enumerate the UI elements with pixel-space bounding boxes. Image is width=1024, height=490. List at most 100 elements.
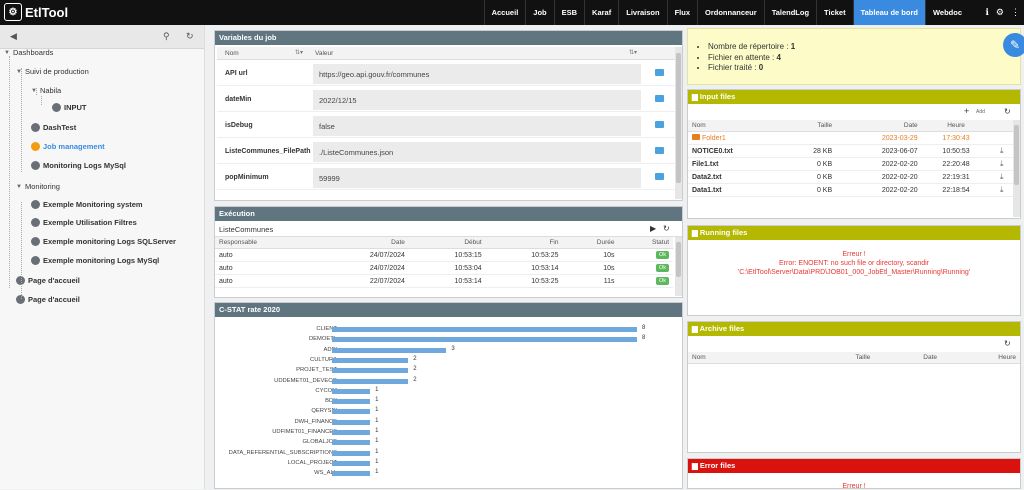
folder-icon[interactable] xyxy=(655,147,664,154)
tree-item[interactable]: DashTest xyxy=(31,123,76,132)
sort-icon[interactable]: ⇅▾ xyxy=(295,49,303,56)
column-header[interactable]: Taille xyxy=(783,120,837,132)
table-cell: 10:53:14 xyxy=(408,274,486,288)
column-header[interactable]: Responsable xyxy=(215,237,316,249)
gear-icon[interactable]: ⚙ xyxy=(996,7,1004,18)
caret-down-icon[interactable]: ▼ xyxy=(16,184,22,190)
nav-item-flux[interactable]: Flux xyxy=(666,0,697,25)
caret-down-icon[interactable]: ▼ xyxy=(4,50,10,56)
nav-item-ticket[interactable]: Ticket xyxy=(816,0,853,25)
tree-item[interactable]: Page d'accueil xyxy=(16,295,80,304)
variable-value[interactable]: false xyxy=(313,116,641,136)
tree-item[interactable]: ▼ Monitoring xyxy=(16,182,60,191)
tree-item[interactable]: ▼ Dashboards xyxy=(4,48,53,57)
table-row[interactable]: File1.txt 0 KB 2022-02-20 22:20:48 ⤓ xyxy=(688,157,1013,171)
table-row[interactable]: auto 22/07/2024 10:53:14 10:53:25 11s Ok xyxy=(215,274,673,288)
nav-item-talendlog[interactable]: TalendLog xyxy=(763,0,816,25)
sidebar: ◀ ⚲ ↻ ▼ Dashboards ▼ Suivi de production ▼ Na… xyxy=(0,25,205,489)
column-header[interactable]: Durée xyxy=(562,237,619,249)
refresh-icon[interactable]: ↻ xyxy=(1004,339,1011,348)
column-header[interactable]: Nom xyxy=(688,120,784,132)
tree-item[interactable]: ▼ Suivi de production xyxy=(16,67,89,76)
scrollbar[interactable] xyxy=(1013,120,1020,217)
column-header[interactable]: Heure xyxy=(941,352,1020,364)
user-menu-icon[interactable]: ⋮ xyxy=(1011,7,1020,18)
scrollbar[interactable] xyxy=(675,237,682,296)
download-icon[interactable]: ⤓ xyxy=(1000,159,1004,168)
download-icon[interactable]: ⤓ xyxy=(1000,146,1004,155)
table-row[interactable]: Folder1 2023-03-29 17:30:43 xyxy=(688,131,1013,145)
variable-value[interactable]: 2022/12/15 xyxy=(313,90,641,110)
download-icon[interactable]: ⤓ xyxy=(1000,172,1004,181)
chart-bar-row: UDFIMET01_FINANCES 1 xyxy=(215,428,681,437)
play-icon[interactable]: ▶ xyxy=(650,224,656,233)
chart-bar-row: BDX1 xyxy=(215,397,681,406)
tree-item[interactable]: Page d'accueil xyxy=(16,276,80,285)
nav-item-tableau-de-bord[interactable]: Tableau de bord xyxy=(852,0,925,25)
col-name[interactable]: Nom xyxy=(225,50,239,57)
chart-bar-row: QERYSBI 1 xyxy=(215,407,681,416)
tree-item[interactable]: Exemple Utilisation Filtres xyxy=(31,218,137,227)
folder-icon[interactable] xyxy=(655,121,664,128)
table-row[interactable]: auto 24/07/2024 10:53:04 10:53:14 10s Ok xyxy=(215,261,673,275)
refresh-icon[interactable]: ↻ xyxy=(1004,107,1011,116)
execution-table: Responsable Date Début Fin Durée Statut auto 2… xyxy=(215,237,673,288)
table-row[interactable]: Data1.txt 0 KB 2022-02-20 22:18:54 ⤓ xyxy=(688,183,1013,197)
column-header[interactable]: Heure xyxy=(921,120,991,132)
refresh-icon[interactable]: ↻ xyxy=(663,224,670,233)
column-header[interactable]: Date xyxy=(315,237,409,249)
collapse-left-icon[interactable]: ◀ xyxy=(10,31,17,42)
nav-item-webdoc[interactable]: Webdoc xyxy=(924,0,969,25)
app-logo[interactable]: ⚙ EtlTool xyxy=(4,3,68,21)
variable-value[interactable]: https://geo.api.gouv.fr/communes xyxy=(313,64,641,84)
search-icon[interactable]: ⚲ xyxy=(163,31,170,42)
add-icon[interactable]: + xyxy=(964,106,969,116)
tree-item[interactable]: Monitoring Logs MySql xyxy=(31,161,126,170)
nav-item-job[interactable]: Job xyxy=(525,0,553,25)
chart-bar-row: UDDEMET01_DEVECO 2 xyxy=(215,377,681,386)
table-cell: auto xyxy=(215,248,316,262)
folder-icon[interactable] xyxy=(655,69,664,76)
info-icon[interactable]: ℹ xyxy=(986,7,989,18)
folder-icon[interactable] xyxy=(655,173,664,180)
nav-item-esb[interactable]: ESB xyxy=(553,0,584,25)
scrollbar[interactable] xyxy=(675,47,682,199)
table-row[interactable]: Data2.txt 0 KB 2022-02-20 22:19:31 ⤓ xyxy=(688,170,1013,184)
chart-bar-row: CLIENT 8 xyxy=(215,325,681,334)
table-row[interactable]: NOTICE0.txt 28 KB 2023-06-07 10:50:53 ⤓ xyxy=(688,144,1013,158)
tree-item[interactable]: Exemple Monitoring system xyxy=(31,200,143,209)
nav-item-karaf[interactable]: Karaf xyxy=(584,0,618,25)
nav-item-accueil[interactable]: Accueil xyxy=(483,0,526,25)
tree-item[interactable]: Exemple monitoring Logs SQLServer xyxy=(31,237,176,246)
nav-item-livraison[interactable]: Livraison xyxy=(618,0,666,25)
chart-panel: C-STAT rate 2020 CLIENT 8 DEMOETL 8 ADBI 3 CUL… xyxy=(214,302,683,489)
variable-value[interactable]: ./ListeCommunes.json xyxy=(313,142,641,162)
refresh-icon[interactable]: ↻ xyxy=(186,31,194,42)
edit-button[interactable]: ✎ xyxy=(1003,33,1024,57)
tree-item[interactable]: Exemple monitoring Logs MySql xyxy=(31,256,159,265)
tree-item[interactable]: INPUT xyxy=(52,103,87,112)
column-header[interactable]: Date xyxy=(874,352,941,364)
col-value[interactable]: Valeur xyxy=(315,50,333,57)
chart-value-label: 8 xyxy=(642,325,646,331)
tree-item[interactable]: Job management xyxy=(31,142,105,151)
sort-icon[interactable]: ⇅▾ xyxy=(629,49,637,56)
chart-value-label: 1 xyxy=(375,386,379,393)
download-icon[interactable]: ⤓ xyxy=(1000,185,1004,194)
chart-value-label: 2 xyxy=(413,355,417,362)
add-label[interactable]: Add xyxy=(976,109,985,115)
chart-bar xyxy=(332,368,409,374)
folder-icon: ▆ xyxy=(692,92,700,101)
folder-icon[interactable] xyxy=(655,95,664,102)
nav-item-ordonnanceur[interactable]: Ordonnanceur xyxy=(697,0,764,25)
column-header[interactable]: Nom xyxy=(688,352,805,364)
column-header[interactable]: Fin xyxy=(485,237,563,249)
variable-value[interactable]: 59999 xyxy=(313,168,641,188)
table-row[interactable]: auto 24/07/2024 10:53:15 10:53:25 10s Ok xyxy=(215,248,673,262)
column-header[interactable]: Début xyxy=(408,237,486,249)
column-header[interactable]: Statut xyxy=(618,237,673,249)
file-name[interactable]: Folder1 xyxy=(702,135,726,142)
file-name-cell: Data1.txt xyxy=(688,183,784,197)
column-header[interactable]: Date xyxy=(836,120,922,132)
column-header[interactable]: Taille xyxy=(804,352,875,364)
